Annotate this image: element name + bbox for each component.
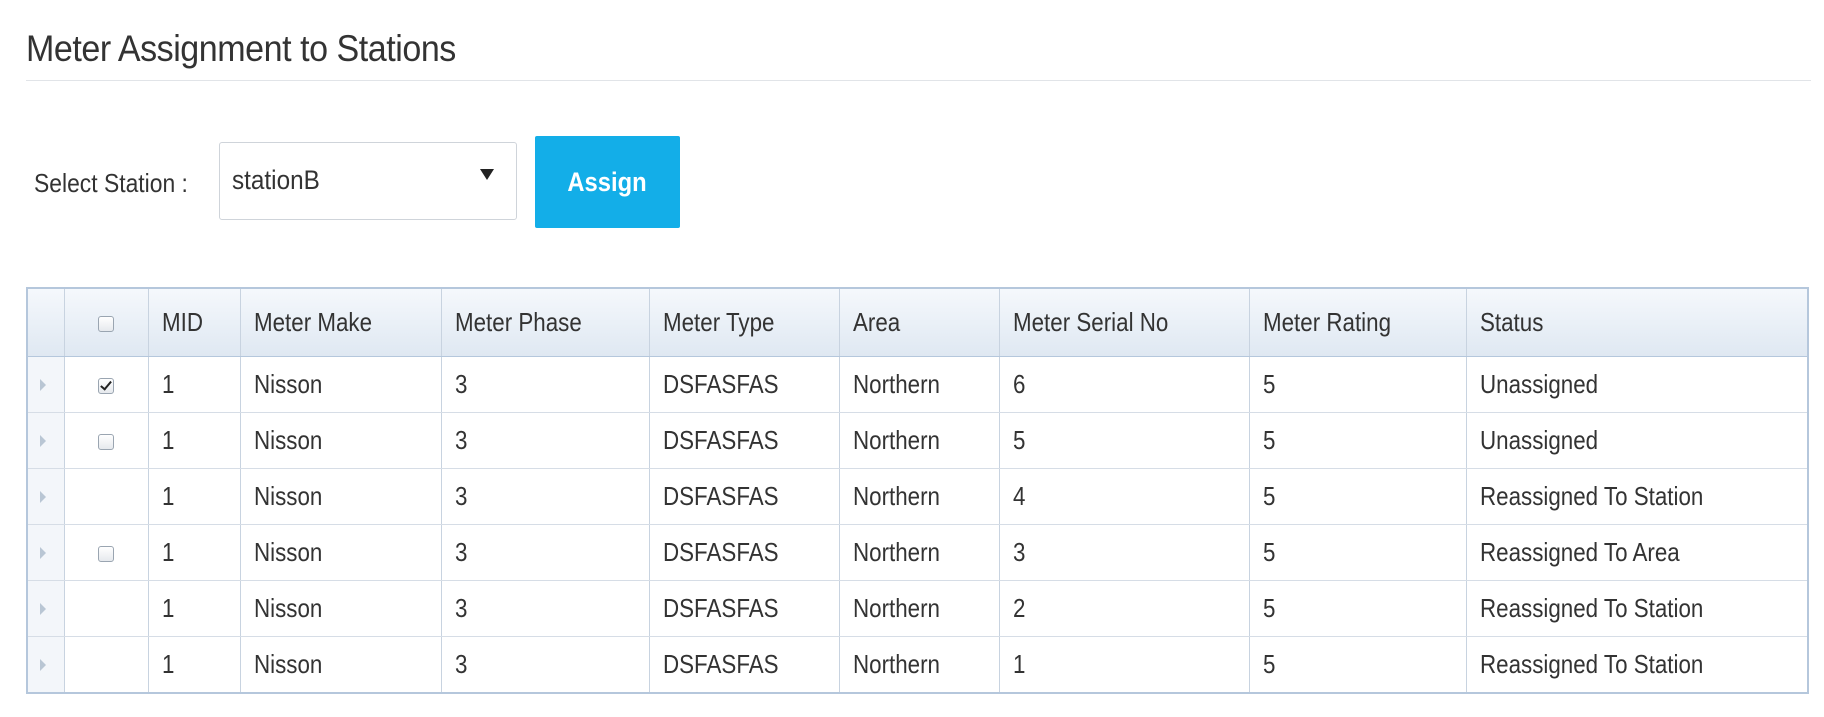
cell-meter-make: Nisson: [240, 468, 442, 525]
cell-meter-type: DSFASFAS: [649, 524, 840, 581]
cell-meter-type: DSFASFAS: [649, 636, 840, 692]
row-select-cell: [64, 580, 149, 637]
cell-status: Unassigned: [1466, 356, 1807, 413]
meter-assignment-page: Meter Assignment to Stations Select Stat…: [0, 0, 1824, 717]
cell-area: Northern: [839, 636, 1000, 692]
meter-grid: MID Meter Make Meter Phase Meter Type Ar…: [26, 287, 1809, 694]
cell-meter-serial-no: 2: [999, 580, 1250, 637]
triangle-right-icon: [40, 490, 46, 503]
cell-meter-rating: 5: [1249, 412, 1467, 469]
header-indicator-cell: [28, 289, 65, 357]
cell-meter-type: DSFASFAS: [649, 580, 840, 637]
cell-meter-type: DSFASFAS: [649, 356, 840, 413]
cell-mid: 1: [148, 356, 241, 413]
row-select-cell: [64, 468, 149, 525]
cell-meter-make: Nisson: [240, 636, 442, 692]
cell-meter-serial-no: 6: [999, 356, 1250, 413]
row-indicator: [28, 412, 65, 469]
cell-meter-rating: 5: [1249, 356, 1467, 413]
cell-status: Reassigned To Station: [1466, 468, 1807, 525]
cell-mid: 1: [148, 524, 241, 581]
column-header-meter-make[interactable]: Meter Make: [240, 289, 442, 357]
caret-down-icon: [480, 169, 494, 180]
cell-meter-rating: 5: [1249, 636, 1467, 692]
cell-meter-make: Nisson: [240, 524, 442, 581]
row-select-cell[interactable]: [64, 524, 149, 581]
triangle-right-icon: [40, 658, 46, 671]
row-select-cell[interactable]: [64, 412, 149, 469]
table-header-row: MID Meter Make Meter Phase Meter Type Ar…: [28, 289, 1807, 357]
select-all-checkbox[interactable]: [98, 316, 114, 333]
column-header-status[interactable]: Status: [1466, 289, 1807, 357]
column-header-area[interactable]: Area: [839, 289, 1000, 357]
assign-button[interactable]: Assign: [535, 136, 680, 228]
cell-meter-serial-no: 5: [999, 412, 1250, 469]
assign-button-label: Assign: [567, 166, 648, 197]
table-row[interactable]: 1 Nisson 3 DSFASFAS Northern 5 5 Unassig…: [28, 412, 1807, 469]
cell-mid: 1: [148, 468, 241, 525]
header-select-all[interactable]: [64, 289, 149, 357]
cell-status: Unassigned: [1466, 412, 1807, 469]
cell-meter-type: DSFASFAS: [649, 468, 840, 525]
cell-area: Northern: [839, 580, 1000, 637]
cell-mid: 1: [148, 412, 241, 469]
column-header-mid[interactable]: MID: [148, 289, 241, 357]
row-checkbox[interactable]: [98, 546, 114, 563]
column-header-meter-phase[interactable]: Meter Phase: [441, 289, 650, 357]
station-select-value: stationB: [232, 165, 320, 195]
station-select[interactable]: stationB: [219, 142, 517, 220]
cell-meter-serial-no: 3: [999, 524, 1250, 581]
cell-area: Northern: [839, 468, 1000, 525]
cell-area: Northern: [839, 412, 1000, 469]
cell-meter-type: DSFASFAS: [649, 412, 840, 469]
cell-meter-phase: 3: [441, 356, 650, 413]
row-indicator: [28, 356, 65, 413]
cell-area: Northern: [839, 524, 1000, 581]
cell-meter-serial-no: 1: [999, 636, 1250, 692]
cell-meter-make: Nisson: [240, 412, 442, 469]
cell-status: Reassigned To Area: [1466, 524, 1807, 581]
triangle-right-icon: [40, 602, 46, 615]
cell-meter-make: Nisson: [240, 356, 442, 413]
row-select-cell: [64, 636, 149, 692]
cell-status: Reassigned To Station: [1479, 649, 1703, 679]
row-indicator: [28, 636, 65, 692]
row-indicator: [28, 580, 65, 637]
table-row[interactable]: 1 Nisson 3 DSFASFAS Northern 3 5 Reassig…: [28, 524, 1807, 581]
table-row[interactable]: 1 Nisson 3 DSFASFAS Northern 6 5 Unassig…: [28, 356, 1807, 413]
triangle-right-icon: [40, 546, 46, 559]
cell-meter-phase: 3: [441, 636, 650, 692]
select-station-label: Select Station :: [34, 168, 188, 198]
row-checkbox[interactable]: [98, 434, 114, 451]
meter-table: MID Meter Make Meter Phase Meter Type Ar…: [28, 289, 1807, 692]
triangle-right-icon: [40, 434, 46, 447]
row-indicator: [28, 524, 65, 581]
cell-area: Northern: [839, 356, 1000, 413]
triangle-right-icon: [40, 378, 46, 391]
page-title: Meter Assignment to Stations: [26, 28, 456, 69]
table-row[interactable]: 1 Nisson 3 DSFASFAS Northern 4 5 Reassig…: [28, 468, 1807, 525]
row-checkbox[interactable]: [98, 378, 114, 395]
table-body: 1 Nisson 3 DSFASFAS Northern 6 5 Unassig…: [28, 356, 1807, 692]
cell-meter-serial-no: 4: [999, 468, 1250, 525]
cell-meter-make: Nisson: [240, 580, 442, 637]
cell-mid: 1: [148, 636, 241, 692]
column-header-meter-type[interactable]: Meter Type: [649, 289, 840, 357]
cell-meter-phase: 3: [441, 580, 650, 637]
row-select-cell[interactable]: [64, 356, 149, 413]
cell-status: Reassigned To Station: [1466, 580, 1807, 637]
title-divider: [26, 80, 1811, 81]
table-row[interactable]: 1 Nisson 3 DSFASFAS Northern 1 5 Reassig…: [28, 636, 1807, 692]
cell-meter-rating: 5: [1249, 580, 1467, 637]
table-row[interactable]: 1 Nisson 3 DSFASFAS Northern 2 5 Reassig…: [28, 580, 1807, 637]
row-indicator: [28, 468, 65, 525]
column-header-meter-rating[interactable]: Meter Rating: [1249, 289, 1467, 357]
cell-mid: 1: [148, 580, 241, 637]
cell-meter-phase: 3: [441, 468, 650, 525]
cell-meter-phase: 3: [441, 524, 650, 581]
cell-meter-phase: 3: [441, 412, 650, 469]
cell-meter-rating: 5: [1249, 468, 1467, 525]
column-header-meter-serial-no[interactable]: Meter Serial No: [999, 289, 1250, 357]
cell-meter-rating: 5: [1249, 524, 1467, 581]
